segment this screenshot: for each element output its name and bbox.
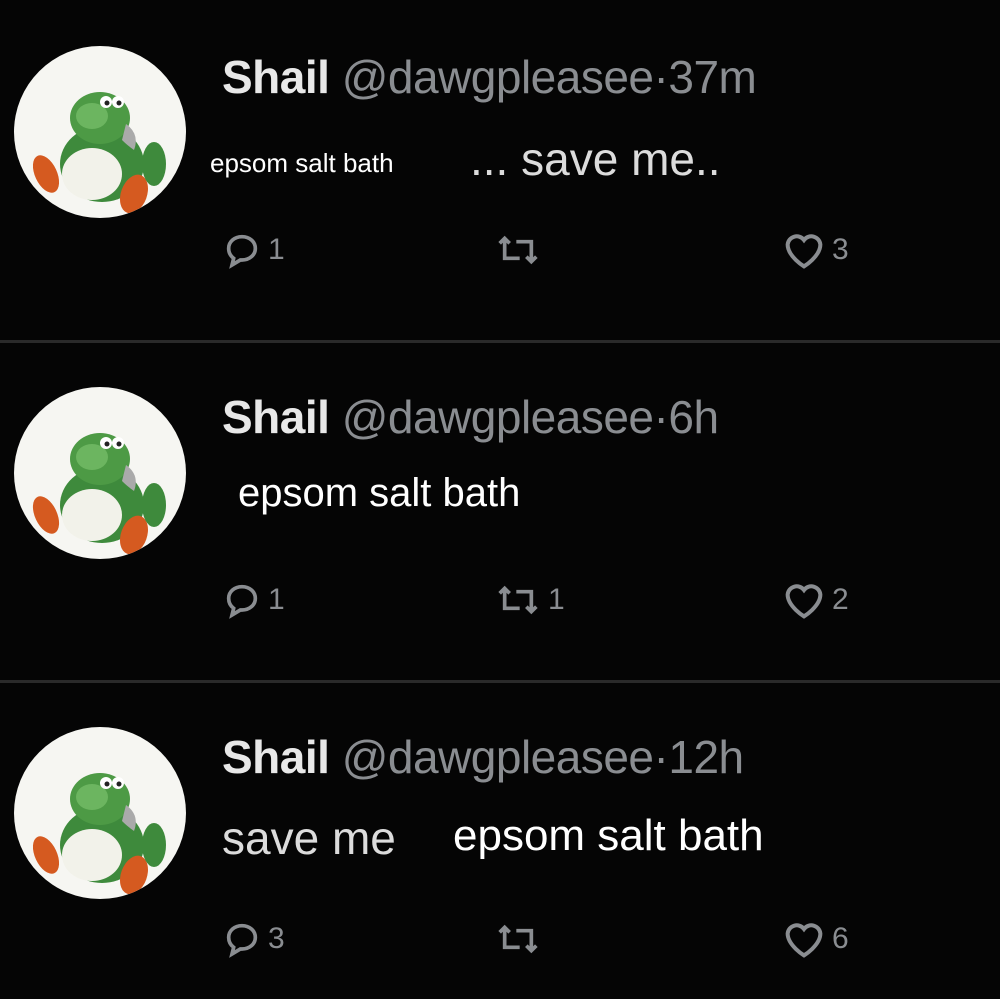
- tweet-text: epsom salt bath: [238, 471, 521, 515]
- display-name[interactable]: Shail: [222, 51, 330, 103]
- retweet-button[interactable]: [494, 230, 548, 270]
- tweet-header: Shail @dawgpleasee·6h: [222, 390, 719, 444]
- like-button[interactable]: 3: [782, 230, 849, 270]
- reply-button[interactable]: 1: [222, 580, 285, 620]
- dinosaur-avatar-icon: [32, 92, 166, 214]
- tweet-1[interactable]: Shail @dawgpleasee·37m epsom salt bath .…: [0, 0, 1000, 340]
- like-count: 2: [832, 583, 849, 616]
- avatar[interactable]: [14, 46, 186, 218]
- user-handle[interactable]: @dawgpleasee: [342, 391, 654, 443]
- tweet-2[interactable]: Shail @dawgpleasee·6h epsom salt bath 1 …: [0, 343, 1000, 680]
- retweet-button[interactable]: [494, 919, 548, 959]
- like-button[interactable]: 2: [782, 580, 849, 620]
- separator-dot: ·: [653, 731, 669, 783]
- heart-icon: [785, 234, 823, 269]
- user-handle[interactable]: @dawgpleasee: [342, 731, 654, 783]
- heart-icon: [785, 923, 823, 958]
- retweet-icon: [498, 585, 538, 615]
- heart-icon: [785, 584, 823, 619]
- display-name[interactable]: Shail: [222, 731, 330, 783]
- caption-overlay: epsom salt bath: [453, 811, 764, 860]
- display-name[interactable]: Shail: [222, 391, 330, 443]
- caption-overlay: epsom salt bath: [210, 148, 394, 178]
- like-count: 6: [832, 922, 849, 955]
- reply-icon: [226, 234, 258, 269]
- reply-button[interactable]: 3: [222, 919, 285, 959]
- retweet-button[interactable]: 1: [494, 580, 565, 620]
- reply-count: 1: [268, 583, 285, 616]
- like-count: 3: [832, 233, 849, 266]
- avatar[interactable]: [14, 387, 186, 559]
- timestamp[interactable]: 12h: [668, 731, 744, 783]
- tweet-3[interactable]: Shail @dawgpleasee·12h save me epsom sal…: [0, 683, 1000, 999]
- reply-count: 3: [268, 922, 285, 955]
- avatar[interactable]: [14, 727, 186, 899]
- tweet-header: Shail @dawgpleasee·12h: [222, 730, 744, 784]
- reply-button[interactable]: 1: [222, 230, 285, 270]
- reply-icon: [226, 923, 258, 958]
- reply-icon: [226, 584, 258, 619]
- tweet-header: Shail @dawgpleasee·37m: [222, 50, 757, 104]
- user-handle[interactable]: @dawgpleasee: [342, 51, 654, 103]
- separator-dot: ·: [653, 51, 669, 103]
- dinosaur-avatar-icon: [32, 433, 166, 555]
- timestamp[interactable]: 6h: [668, 391, 719, 443]
- tweet-text: save me: [222, 812, 396, 864]
- retweet-icon: [498, 235, 538, 265]
- reply-count: 1: [268, 233, 285, 266]
- separator-dot: ·: [653, 391, 669, 443]
- dinosaur-avatar-icon: [32, 773, 166, 895]
- tweet-text: ... save me..: [470, 133, 721, 185]
- retweet-count: 1: [548, 583, 565, 616]
- timestamp[interactable]: 37m: [668, 51, 756, 103]
- retweet-icon: [498, 924, 538, 954]
- like-button[interactable]: 6: [782, 919, 849, 959]
